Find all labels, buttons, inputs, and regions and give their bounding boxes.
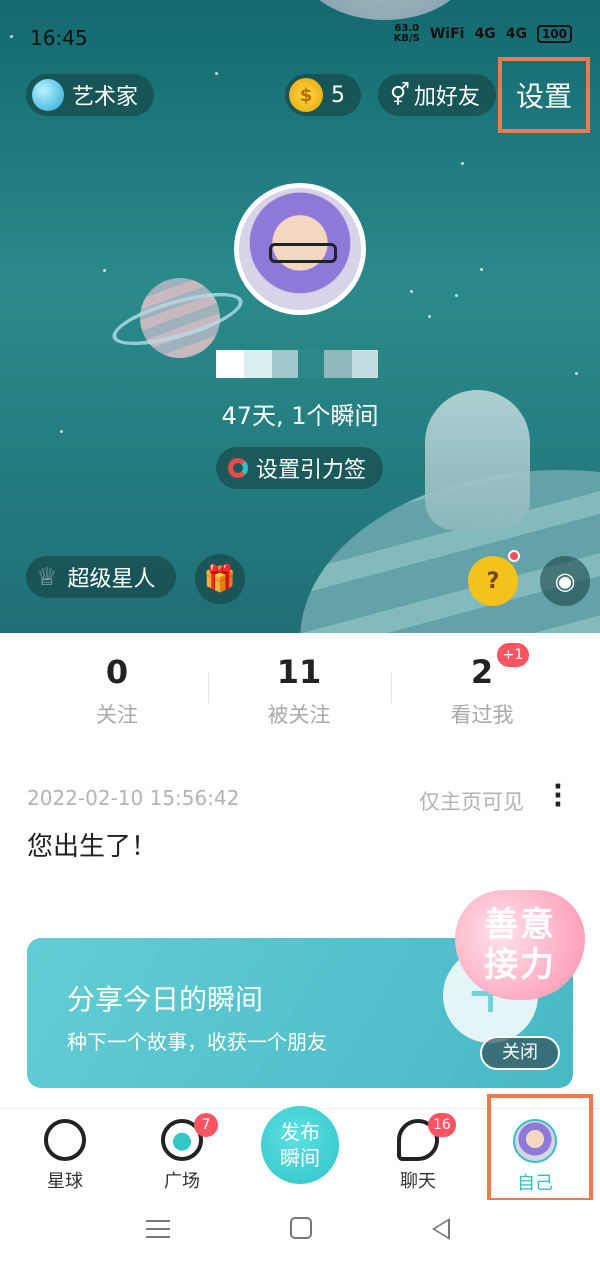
star-decoration (575, 372, 578, 375)
coins-button[interactable]: $ 5 (285, 74, 361, 116)
home-icon[interactable] (290, 1217, 312, 1239)
system-nav-bar (0, 1200, 600, 1266)
star-decoration (103, 269, 106, 272)
banner-subtitle: 种下一个故事，收获一个朋友 (67, 1030, 327, 1054)
star-decoration (461, 162, 464, 165)
mystery-cat-button[interactable]: ? (468, 556, 518, 606)
nav-label: 星球 (47, 1171, 83, 1192)
post-date: 2022-02-10 15:56:42 (27, 786, 240, 810)
planet-icon (44, 1119, 86, 1161)
status-time: 16:45 (30, 26, 88, 50)
days-and-moments: 47天, 1个瞬间 (221, 402, 379, 430)
gravity-tag-label: 设置引力签 (256, 458, 367, 483)
post-text: 您出生了！ (27, 832, 158, 862)
kindness-relay-label: 善意接力 (484, 905, 556, 985)
coins-value: 5 (331, 82, 345, 108)
stat-following[interactable]: 0 关注 (27, 653, 207, 729)
notification-dot (508, 550, 520, 562)
stat-followers[interactable]: 11 被关注 (209, 653, 389, 729)
nav-planet[interactable]: 星球 (20, 1119, 110, 1193)
nav-label: 广场 (164, 1171, 200, 1192)
more-options-icon[interactable]: · · · (552, 774, 564, 818)
gift-icon: 🎁 (203, 564, 237, 594)
close-button[interactable]: 关闭 (480, 1036, 560, 1070)
stat-label: 被关注 (267, 703, 331, 727)
add-user-icon: ⚥ (390, 82, 410, 108)
network-speed: 63.0 KB/S (393, 23, 420, 44)
self-highlight-box (487, 1094, 593, 1202)
status-bar: 16:45 63.0 KB/S WiFi 4G 4G 100 (0, 22, 600, 52)
stat-label: 看过我 (450, 703, 514, 727)
username-blurred (216, 350, 378, 378)
signal-icon: 4G (505, 26, 527, 42)
superstar-label: 超级星人 (67, 567, 156, 592)
publish-label: 发布瞬间 (280, 1120, 320, 1170)
star-decoration (428, 315, 431, 318)
back-icon[interactable] (432, 1218, 450, 1240)
profile-avatar[interactable] (234, 183, 366, 315)
stat-label: 关注 (96, 703, 138, 727)
superstar-button[interactable]: ♕ 超级星人 (26, 556, 176, 598)
battery-icon: 100 (536, 25, 572, 43)
cat-question-icon: ? (486, 568, 500, 594)
publish-moment-button[interactable]: 发布瞬间 (261, 1106, 339, 1184)
star-decoration (480, 268, 483, 271)
crown-icon: ♕ (36, 563, 58, 591)
gift-button[interactable]: 🎁 (195, 554, 245, 604)
visitors-badge: +1 (497, 643, 529, 667)
microphone-icon: ◉ (554, 567, 576, 595)
stat-value: 11 (276, 653, 322, 691)
banner-title: 分享今日的瞬间 (67, 983, 264, 1016)
magnet-icon (228, 458, 248, 478)
moon-decoration (300, 0, 470, 20)
gravity-tag-button[interactable]: 设置引力签 (216, 447, 383, 489)
avatar-image (239, 188, 361, 310)
artist-badge-button[interactable]: 艺术家 (26, 74, 154, 116)
settings-button[interactable]: 设置 (498, 57, 590, 133)
stat-value: 2 (470, 653, 494, 691)
star-decoration (215, 72, 218, 75)
globe-icon (32, 79, 64, 111)
menu-icon[interactable] (146, 1220, 170, 1238)
coin-icon: $ (289, 78, 323, 112)
star-decoration (410, 290, 413, 293)
wifi-icon: WiFi (429, 26, 465, 42)
square-badge: 7 (194, 1113, 218, 1137)
voice-button[interactable]: ◉ (540, 556, 590, 606)
post-visibility: 仅主页可见 (419, 790, 524, 814)
star-decoration (455, 294, 458, 297)
stat-value: 0 (105, 653, 129, 691)
artist-label: 艺术家 (72, 85, 139, 110)
signal-icon: 4G (474, 26, 496, 42)
stat-visitors[interactable]: 2 看过我 (392, 653, 572, 729)
add-friend-label: 加好友 (413, 85, 480, 110)
add-friend-button[interactable]: ⚥ 加好友 (378, 74, 496, 116)
chat-badge: 16 (428, 1113, 456, 1137)
nav-label: 聊天 (400, 1171, 436, 1192)
status-icons: 63.0 KB/S WiFi 4G 4G 100 (394, 24, 572, 44)
